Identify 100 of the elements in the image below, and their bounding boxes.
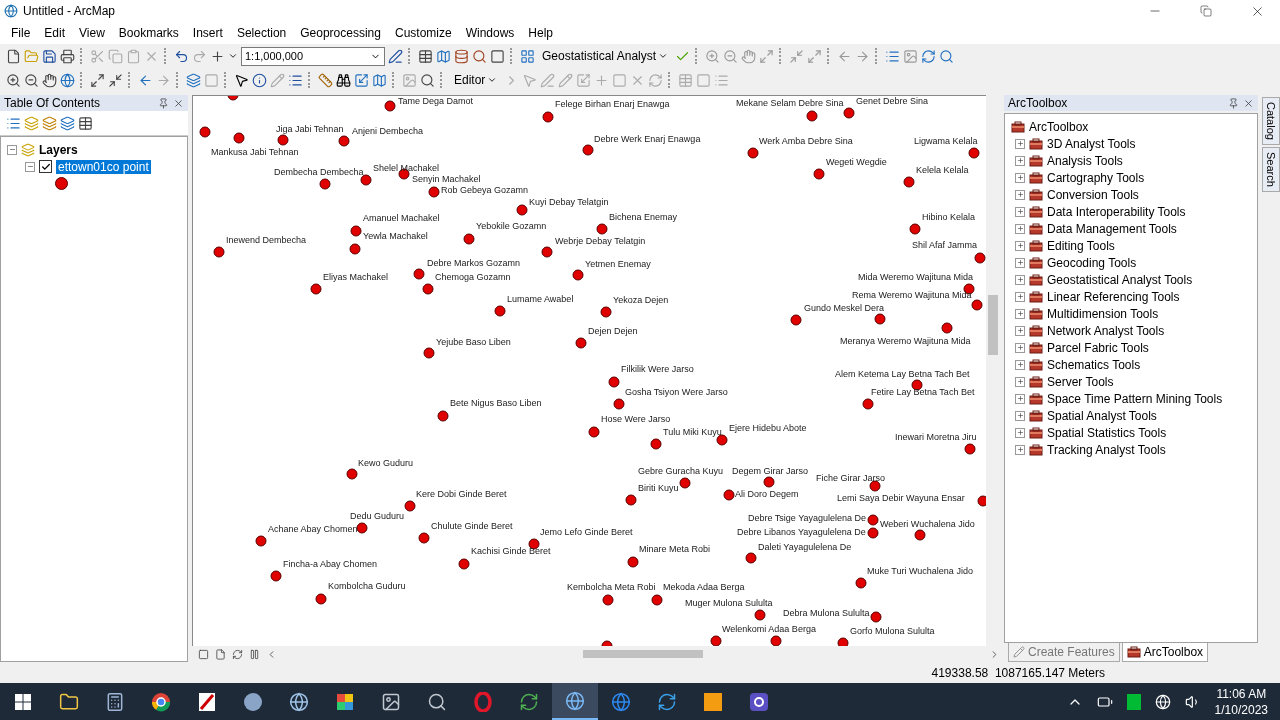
image-icon[interactable] [903,48,919,64]
table-icon[interactable] [418,48,433,64]
globe-app-icon[interactable] [611,691,631,712]
add-data-icon[interactable] [210,48,225,64]
folder-icon[interactable] [59,691,79,712]
undo-icon[interactable] [174,48,189,64]
globe-icon[interactable] [289,691,309,712]
expand-toggle[interactable] [1015,291,1025,302]
expand-toggle[interactable] [1015,274,1025,285]
pointer-icon[interactable] [234,72,249,88]
editor-menu[interactable]: Editor [450,73,502,87]
map-icon[interactable] [436,48,451,64]
tree-label[interactable]: Schematics Tools [1047,357,1141,372]
expand-toggle[interactable] [1015,155,1025,166]
scale-dropdown[interactable]: 1:1,000,000 [241,46,385,66]
zoom-out-icon[interactable] [24,72,39,88]
expand-toggle[interactable] [1015,393,1025,404]
pin-icon[interactable] [158,97,169,109]
layout-view-icon[interactable] [215,648,226,660]
tree-label[interactable]: Network Analyst Tools [1047,323,1165,338]
colorful-app-icon[interactable] [335,691,355,712]
search-icon[interactable] [472,48,487,64]
menu-item[interactable]: Edit [37,26,73,40]
pan-icon[interactable] [42,72,57,88]
expand-toggle[interactable] [1015,325,1025,336]
paste-icon[interactable] [126,48,141,64]
select-features-icon[interactable] [186,72,201,88]
globe-icon[interactable] [60,72,75,88]
menu-item[interactable]: File [4,26,38,40]
fixed-zoom-in-icon[interactable] [90,72,105,88]
data-view-icon[interactable] [198,648,209,660]
catalog-icon[interactable] [454,48,469,64]
dock-tab[interactable]: Create Features [1008,643,1120,662]
geostatistical-analyst-menu[interactable]: Geostatistical Analyst [538,49,673,63]
menu-item[interactable]: Customize [387,26,459,40]
expand-toggle[interactable] [1015,410,1025,421]
ruler-icon[interactable] [318,72,333,88]
tree-label[interactable]: Multidimension Tools [1047,306,1159,321]
expand-toggle[interactable] [1015,444,1025,455]
search-window-icon[interactable] [939,48,955,64]
tree-label[interactable]: Geostatistical Analyst Tools [1047,272,1193,287]
tree-label[interactable]: Spatial Analyst Tools [1047,408,1157,423]
save-icon[interactable] [42,48,57,64]
square-app-icon[interactable] [703,691,723,712]
tree-label[interactable]: Conversion Tools [1047,187,1139,202]
editor-toolbar-icon[interactable] [388,48,403,64]
layer-name[interactable]: ettown01co point [56,159,151,174]
menu-item[interactable]: Windows [458,26,522,40]
print-icon[interactable] [60,48,75,64]
caret-icon[interactable] [228,51,238,61]
menu-item[interactable]: Help [521,26,561,40]
list-by-visibility-icon[interactable] [42,115,57,131]
browser-icon[interactable] [151,691,171,712]
list-by-source-icon[interactable] [24,115,39,131]
tree-label[interactable]: Spatial Statistics Tools [1047,425,1167,440]
tree-label[interactable]: Data Management Tools [1047,221,1177,236]
expand-toggle[interactable] [7,144,17,155]
menu-item[interactable]: Insert [185,26,230,40]
expand-toggle[interactable] [1015,206,1025,217]
expand-toggle[interactable] [1015,342,1025,353]
pin-icon[interactable] [1228,97,1239,109]
close-icon[interactable] [1243,97,1254,109]
new-document-icon[interactable] [6,48,21,64]
circle-app-icon[interactable] [243,691,263,712]
expand-toggle[interactable] [1015,257,1025,268]
expand-toggle[interactable] [1015,376,1025,387]
full-extent-icon[interactable] [759,48,775,64]
expand-toggle[interactable] [25,161,35,172]
expand-toggle[interactable] [1015,138,1025,149]
expand-toggle[interactable] [1015,308,1025,319]
side-tab[interactable]: Catalog [1262,97,1280,145]
identify-icon[interactable] [252,72,267,88]
forward-icon[interactable] [156,72,171,88]
find-icon[interactable] [336,72,351,88]
network-icon[interactable] [1154,693,1171,710]
list-by-selection-icon[interactable] [60,115,75,131]
tree-label[interactable]: ArcToolbox [1029,119,1089,134]
rotate-icon[interactable] [648,72,664,88]
tree-label[interactable]: Layers [39,142,78,157]
side-tab[interactable]: Search [1262,146,1280,192]
calculator-icon[interactable] [105,691,125,712]
tree-label[interactable]: Analysis Tools [1047,153,1123,168]
ring-icon[interactable] [473,691,493,712]
pause-drawing-icon[interactable] [249,648,260,660]
camera-app-icon[interactable] [749,691,769,712]
window-icon[interactable] [490,48,505,64]
menu-item[interactable]: Geoprocessing [293,26,388,40]
back-icon[interactable] [837,48,853,64]
map-canvas[interactable] [192,95,986,646]
menu-item[interactable]: Selection [229,26,294,40]
menu-item[interactable]: Bookmarks [111,26,186,40]
cut-icon[interactable] [90,48,105,64]
layer-checkbox[interactable] [39,160,52,173]
refresh-icon[interactable] [232,648,243,660]
tree-label[interactable]: 3D Analyst Tools [1047,136,1136,151]
swirl-icon[interactable] [519,691,539,712]
forward-icon[interactable] [855,48,871,64]
document-icon[interactable] [198,691,216,712]
tree-label[interactable]: Cartography Tools [1047,170,1145,185]
tree-label[interactable]: Tracking Analyst Tools [1047,442,1166,457]
